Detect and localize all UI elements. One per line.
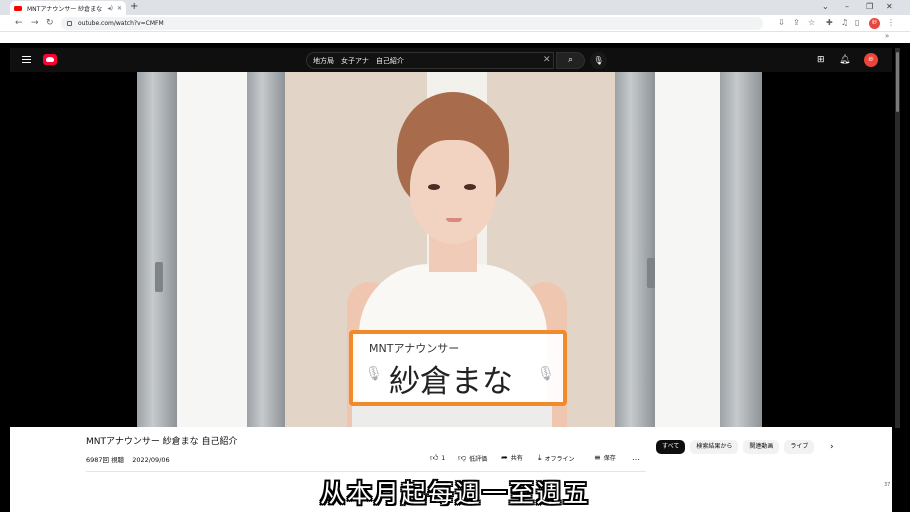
window-close-button[interactable]: ✕ [886, 1, 893, 13]
reload-button[interactable]: ↻ [46, 17, 54, 29]
view-count: 6987回 視聴 [86, 456, 125, 464]
media-control-icon[interactable]: ♫ [841, 18, 848, 28]
upload-date: 2022/09/06 [132, 456, 170, 464]
window-glass-right [655, 72, 720, 427]
thumbs-up-icon: 👍︎ [430, 453, 439, 462]
caption-name: 紗倉まな [389, 364, 513, 400]
download-icon: ⤓ [538, 453, 542, 462]
browser-tab[interactable]: MNTアナウンサー 紗倉まな ◂) ✕ [10, 1, 126, 15]
bookmark-star-icon[interactable]: ☆ [808, 18, 815, 28]
chip-from-search[interactable]: 検索結果から [690, 440, 739, 454]
youtube-logo[interactable] [43, 54, 57, 65]
create-video-icon[interactable]: ⊞ [817, 53, 825, 67]
voice-search-icon[interactable]: 🎙︎ [590, 52, 607, 69]
new-tab-button[interactable]: + [130, 1, 138, 13]
corner-counter: 37 [884, 482, 891, 488]
burned-in-subtitle: 从本月起每週一至週五 [319, 479, 590, 508]
share-button[interactable]: ➦ 共有 [501, 453, 523, 462]
minimize-button[interactable]: – [845, 1, 849, 13]
url-text: outube.com/watch?v=CMFM [78, 20, 164, 27]
download-button[interactable]: ⤓ オフライン [538, 453, 575, 463]
youtube-favicon-icon [14, 5, 22, 11]
thumbs-down-icon: 👎︎ [458, 453, 467, 462]
video-title: MNTアナウンサー 紗倉まな 自己紹介 [86, 437, 238, 447]
install-app-icon[interactable]: ⇩ [778, 18, 785, 28]
playlist-add-icon: ≡ [594, 453, 601, 462]
caption-mic-icon-left: 🎙︎ [365, 366, 383, 382]
clear-search-icon[interactable]: ✕ [543, 54, 551, 66]
address-toolbar: ← → ↻ outube.com/watch?v=CMFM ⇩ ⇪ ☆ ✚ ♫ … [0, 15, 910, 32]
guide-menu-icon[interactable] [22, 56, 31, 63]
chrome-menu-icon[interactable]: ⋮ [887, 18, 895, 28]
forward-button[interactable]: → [31, 17, 39, 29]
chip-all[interactable]: すべて [656, 440, 686, 454]
door-handle-right [647, 258, 655, 288]
profile-avatar[interactable]: 紗 [869, 18, 880, 29]
browser-tab-bar: MNTアナウンサー 紗倉まな ◂) ✕ + ⌄ – ❐ ✕ [0, 0, 910, 15]
extensions-icon[interactable]: ✚ [826, 18, 833, 28]
chip-related[interactable]: 関連動画 [743, 440, 780, 454]
video-meta: 6987回 視聴 2022/09/06 [86, 454, 170, 464]
dislike-button[interactable]: 👎︎ 低評価 [458, 453, 487, 463]
door-frame-right-inner [615, 72, 655, 427]
bookmark-bar: » [0, 32, 910, 43]
account-avatar[interactable]: 紗 [864, 53, 878, 67]
tab-close-icon[interactable]: ✕ [117, 5, 122, 12]
like-button[interactable]: 👍︎ 1 [430, 453, 445, 463]
divider [86, 471, 646, 472]
name-caption-box: MNTアナウンサー 🎙︎ 紗倉まな 🎙︎ [349, 330, 567, 406]
save-label: 保存 [603, 455, 616, 462]
side-panel-icon[interactable]: ▯ [855, 18, 859, 28]
restore-button[interactable]: ❐ [866, 1, 873, 13]
more-actions-button[interactable]: … [632, 453, 640, 462]
caption-mic-icon-right: 🎙︎ [537, 366, 555, 382]
window-glass-left [177, 72, 247, 427]
search-button[interactable]: ⌕ [556, 52, 585, 69]
share-icon: ➦ [501, 453, 508, 462]
offline-label: オフライン [544, 455, 575, 463]
video-player[interactable]: MNTアナウンサー 🎙︎ 紗倉まな 🎙︎ [137, 72, 762, 427]
dislike-label: 低評価 [469, 455, 488, 463]
presenter-face [410, 140, 496, 244]
back-button[interactable]: ← [15, 17, 23, 29]
eye-right [464, 184, 476, 190]
save-button[interactable]: ≡ 保存 [594, 453, 616, 462]
mouth [446, 218, 462, 222]
share-label: 共有 [510, 455, 523, 462]
search-input[interactable]: 地方局 女子アナ 自己紹介 [306, 52, 554, 69]
search-query: 地方局 女子アナ 自己紹介 [313, 56, 404, 65]
door-frame-right [720, 72, 762, 427]
eye-left [428, 184, 440, 190]
share-page-icon[interactable]: ⇪ [793, 18, 800, 28]
caption-role: MNTアナウンサー [369, 342, 460, 355]
chips-next-icon[interactable]: › [830, 442, 834, 452]
more-icon: … [632, 453, 640, 462]
bookmark-overflow-icon[interactable]: » [885, 32, 889, 40]
youtube-header: 地方局 女子アナ 自己紹介 ✕ ⌕ 🎙︎ ⊞ 🔔︎ 紗 [10, 48, 892, 72]
tab-search-icon[interactable]: ⌄ [822, 1, 829, 13]
omnibox[interactable]: outube.com/watch?v=CMFM [61, 17, 763, 30]
door-frame-left-inner [247, 72, 285, 427]
chip-live[interactable]: ライブ [784, 440, 815, 454]
door-frame-left [137, 72, 177, 427]
door-handle-left [155, 262, 163, 292]
notifications-bell-icon[interactable]: 🔔︎ [839, 53, 850, 67]
like-count: 1 [441, 454, 446, 462]
related-filter-chips: すべて 検索結果から 関連動画 ライブ [656, 440, 815, 454]
lock-icon [67, 21, 72, 26]
tab-title: MNTアナウンサー 紗倉まな [27, 5, 103, 13]
audio-icon[interactable]: ◂) [108, 5, 113, 12]
page-scrollbar[interactable] [895, 48, 900, 428]
